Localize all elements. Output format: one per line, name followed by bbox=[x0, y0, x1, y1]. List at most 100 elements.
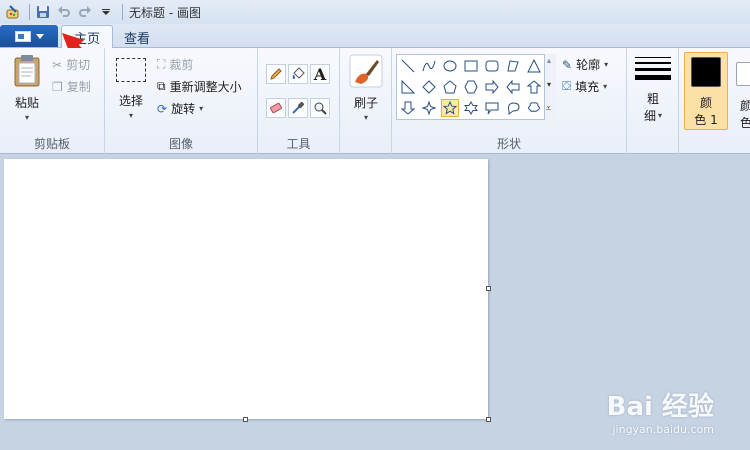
magnifier-icon[interactable] bbox=[310, 98, 330, 118]
expand-gallery-icon[interactable]: ⩡ bbox=[546, 104, 551, 114]
scroll-up-icon[interactable]: ▴ bbox=[547, 56, 551, 65]
chevron-down-icon: ▾ bbox=[658, 111, 663, 120]
color-picker-icon[interactable] bbox=[288, 98, 308, 118]
diamond-shape-icon[interactable] bbox=[420, 78, 438, 96]
redo-icon[interactable] bbox=[76, 3, 94, 21]
tools-group-label: 工具 bbox=[286, 137, 311, 151]
cut-button[interactable]: ✂ 剪切 bbox=[52, 56, 90, 73]
document-icon bbox=[14, 30, 31, 42]
paste-button[interactable]: 粘贴 ▾ bbox=[8, 54, 46, 122]
color2-button[interactable]: 颜 色 bbox=[732, 52, 750, 130]
outline-button[interactable]: ✎ 轮廓 ▾ bbox=[562, 56, 608, 73]
fill-bucket-icon: ⛋ bbox=[562, 79, 572, 93]
chevron-down-icon: ▾ bbox=[128, 111, 133, 120]
image-group: 选择 ▾ ⛶ 裁剪 ⧉ 重新调整大小 ⟳ 旋转 ▾ 图像 bbox=[105, 48, 258, 154]
ribbon: 粘贴 ▾ ✂ 剪切 ❐ 复制 剪贴板 选择 ▾ ⛶ 裁剪 ⧉ 重新调整大小 ⟳ … bbox=[0, 48, 750, 154]
rectangular-callout-shape-icon[interactable] bbox=[483, 99, 501, 117]
size-button[interactable]: 粗 细 ▾ bbox=[633, 56, 673, 124]
baidu-watermark: Bai 经验 jingyan.baidu.com bbox=[607, 386, 714, 436]
four-point-star-shape-icon[interactable] bbox=[420, 99, 438, 117]
size-label-2: 细 bbox=[643, 109, 656, 123]
brush-icon bbox=[349, 54, 383, 88]
resize-handle-bottom[interactable] bbox=[243, 417, 248, 422]
chevron-down-icon: ▾ bbox=[604, 60, 609, 69]
select-rectangle-icon bbox=[116, 58, 146, 82]
shapes-scrollbar[interactable]: ▴ ▾ ⩡ bbox=[544, 54, 556, 120]
color2-label-1: 颜 bbox=[740, 99, 750, 113]
line-size-icon bbox=[635, 57, 671, 80]
watermark-url: jingyan.baidu.com bbox=[612, 423, 714, 436]
chevron-down-icon: ▾ bbox=[24, 113, 29, 122]
crop-button[interactable]: ⛶ 裁剪 bbox=[157, 56, 193, 73]
chevron-down-icon bbox=[35, 33, 44, 39]
text-tool-icon[interactable]: A bbox=[310, 64, 330, 84]
oval-callout-shape-icon[interactable] bbox=[504, 99, 522, 117]
cut-label: 剪切 bbox=[66, 58, 91, 72]
brushes-label: 刷子 bbox=[353, 96, 378, 110]
shapes-group-label: 形状 bbox=[496, 137, 521, 151]
hexagon-shape-icon[interactable] bbox=[462, 78, 480, 96]
watermark-logo: Bai 经验 bbox=[606, 392, 714, 422]
scissors-icon: ✂ bbox=[52, 57, 63, 72]
color1-swatch bbox=[691, 57, 721, 87]
copy-button[interactable]: ❐ 复制 bbox=[52, 78, 91, 95]
outline-pen-icon: ✎ bbox=[562, 57, 573, 72]
cloud-callout-shape-icon[interactable] bbox=[525, 99, 543, 117]
curve-shape-icon[interactable] bbox=[420, 57, 438, 75]
brushes-button[interactable]: 刷子 ▾ bbox=[346, 54, 386, 122]
pencil-icon[interactable] bbox=[266, 64, 286, 84]
save-icon[interactable] bbox=[34, 3, 52, 21]
outline-label: 轮廓 bbox=[576, 58, 601, 72]
rounded-rectangle-shape-icon[interactable] bbox=[483, 57, 501, 75]
fill-bucket-icon[interactable] bbox=[288, 64, 308, 84]
rotate-button[interactable]: ⟳ 旋转 ▾ bbox=[157, 100, 203, 117]
line-shape-icon[interactable] bbox=[399, 57, 417, 75]
polygon-shape-icon[interactable] bbox=[504, 57, 522, 75]
color1-label-2: 色 1 bbox=[694, 113, 718, 127]
six-point-star-shape-icon[interactable] bbox=[462, 99, 480, 117]
clipboard-group: 粘贴 ▾ ✂ 剪切 ❐ 复制 剪贴板 bbox=[0, 48, 105, 154]
fill-button[interactable]: ⛋ 填充 ▾ bbox=[562, 78, 607, 95]
resize-icon: ⧉ bbox=[157, 79, 166, 93]
canvas-workspace: Bai 经验 jingyan.baidu.com bbox=[0, 155, 750, 450]
rectangle-shape-icon[interactable] bbox=[462, 57, 480, 75]
chevron-down-icon: ▾ bbox=[603, 82, 608, 91]
oval-shape-icon[interactable] bbox=[441, 57, 459, 75]
right-arrow-shape-icon[interactable] bbox=[483, 78, 501, 96]
paint-menu-button[interactable] bbox=[0, 25, 58, 47]
copy-label: 复制 bbox=[66, 80, 91, 94]
resize-handle-right[interactable] bbox=[486, 286, 491, 291]
rotate-icon: ⟳ bbox=[157, 101, 168, 116]
size-group: 粗 细 ▾ bbox=[627, 48, 679, 154]
scroll-down-icon[interactable]: ▾ bbox=[547, 80, 551, 89]
paste-icon bbox=[14, 55, 40, 87]
clipboard-group-label: 剪贴板 bbox=[33, 137, 70, 151]
undo-icon[interactable] bbox=[55, 3, 73, 21]
crop-label: 裁剪 bbox=[169, 58, 194, 72]
size-label-row: 细 ▾ bbox=[644, 107, 662, 124]
color2-swatch bbox=[736, 62, 750, 86]
left-arrow-shape-icon[interactable] bbox=[504, 78, 522, 96]
resize-button[interactable]: ⧉ 重新调整大小 bbox=[157, 78, 242, 95]
eraser-icon[interactable] bbox=[266, 98, 286, 118]
up-arrow-shape-icon[interactable] bbox=[525, 78, 543, 96]
select-button[interactable]: 选择 ▾ bbox=[111, 58, 151, 120]
five-point-star-shape-icon[interactable] bbox=[441, 99, 459, 117]
window-title: 无标题 - 画图 bbox=[129, 5, 201, 20]
rotate-label: 旋转 bbox=[171, 102, 196, 116]
resize-label: 重新调整大小 bbox=[169, 80, 242, 94]
fill-label: 填充 bbox=[575, 80, 600, 94]
color1-button[interactable]: 颜 色 1 bbox=[684, 52, 728, 130]
paint-app-icon[interactable] bbox=[4, 3, 22, 21]
resize-handle-corner[interactable] bbox=[486, 417, 491, 422]
size-label-1: 粗 bbox=[646, 92, 659, 106]
right-triangle-shape-icon[interactable] bbox=[399, 78, 417, 96]
pentagon-shape-icon[interactable] bbox=[441, 78, 459, 96]
toolbar-separator bbox=[29, 4, 30, 20]
customize-toolbar-icon[interactable] bbox=[97, 3, 115, 21]
down-arrow-shape-icon[interactable] bbox=[399, 99, 417, 117]
paste-label: 粘贴 bbox=[14, 96, 39, 110]
tools-group: A 工具 bbox=[258, 48, 340, 154]
triangle-shape-icon[interactable] bbox=[525, 57, 543, 75]
drawing-canvas[interactable] bbox=[4, 159, 488, 419]
